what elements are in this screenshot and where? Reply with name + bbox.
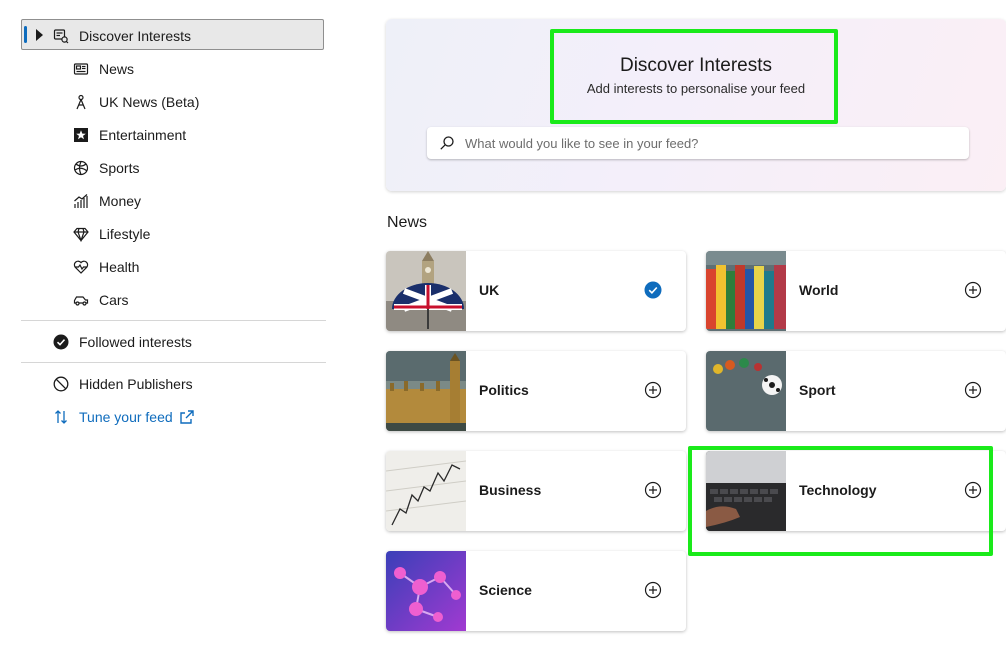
sort-arrows-icon bbox=[52, 408, 70, 426]
followed-check-icon[interactable] bbox=[644, 281, 662, 299]
sidebar-item-label: Hidden Publishers bbox=[79, 376, 193, 392]
sidebar-item-followed-interests[interactable]: Followed interests bbox=[52, 331, 192, 353]
add-icon[interactable] bbox=[644, 581, 662, 599]
newspaper-icon bbox=[72, 60, 90, 78]
discover-hero: Discover Interests Add interests to pers… bbox=[386, 19, 1006, 191]
card-label: Business bbox=[479, 482, 542, 498]
active-indicator bbox=[24, 26, 27, 43]
sidebar-item-label: Lifestyle bbox=[99, 226, 151, 242]
uk-thumbnail bbox=[386, 251, 466, 331]
card-label: Politics bbox=[479, 382, 529, 398]
sidebar-item-label: Followed interests bbox=[79, 334, 192, 350]
person-pin-icon bbox=[72, 93, 90, 111]
sidebar-item-discover-row[interactable]: Discover Interests bbox=[52, 25, 191, 47]
tune-your-feed-label: Tune your feed bbox=[79, 409, 173, 425]
sport-thumbnail bbox=[706, 351, 786, 431]
interest-card-world[interactable]: World bbox=[706, 251, 1006, 331]
sidebar-item-label: Health bbox=[99, 259, 140, 275]
tune-your-feed-link[interactable]: Tune your feed bbox=[52, 406, 195, 428]
world-thumbnail bbox=[706, 251, 786, 331]
search-bar[interactable] bbox=[427, 127, 969, 159]
sidebar-item-lifestyle[interactable]: Lifestyle bbox=[72, 223, 150, 245]
section-title-news: News bbox=[387, 214, 428, 231]
add-icon[interactable] bbox=[964, 381, 982, 399]
chart-icon bbox=[72, 192, 90, 210]
interest-card-technology[interactable]: Technology bbox=[706, 451, 1006, 531]
star-icon bbox=[72, 126, 90, 144]
card-label: UK bbox=[479, 282, 500, 298]
add-icon[interactable] bbox=[964, 481, 982, 499]
sidebar-item-label: UK News (Beta) bbox=[99, 94, 200, 110]
add-icon[interactable] bbox=[644, 381, 662, 399]
sidebar-item-label: Entertainment bbox=[99, 127, 187, 143]
sidebar-item-label: Cars bbox=[99, 292, 129, 308]
discover-icon bbox=[52, 27, 70, 45]
page-subtitle: Add interests to personalise your feed bbox=[586, 81, 806, 96]
external-link-icon bbox=[179, 409, 195, 425]
sidebar: Discover Interests News UK News (Beta) E… bbox=[0, 0, 340, 665]
card-label: Sport bbox=[799, 382, 836, 398]
car-icon bbox=[72, 291, 90, 309]
interest-card-business[interactable]: Business bbox=[386, 451, 686, 531]
sidebar-item-label: News bbox=[99, 61, 135, 77]
sidebar-divider bbox=[21, 362, 326, 363]
sidebar-item-news[interactable]: News bbox=[72, 58, 134, 80]
sidebar-item-entertainment[interactable]: Entertainment bbox=[72, 124, 186, 146]
technology-thumbnail bbox=[706, 451, 786, 531]
block-icon bbox=[52, 375, 70, 393]
card-label: World bbox=[799, 282, 839, 298]
card-label: Technology bbox=[799, 482, 877, 498]
sidebar-item-health[interactable]: Health bbox=[72, 256, 139, 278]
search-icon bbox=[440, 136, 454, 150]
science-thumbnail bbox=[386, 551, 466, 631]
business-thumbnail bbox=[386, 451, 466, 531]
sidebar-divider bbox=[21, 320, 326, 321]
search-input[interactable] bbox=[463, 134, 969, 152]
interest-card-science[interactable]: Science bbox=[386, 551, 686, 631]
expand-caret-icon[interactable] bbox=[36, 29, 43, 41]
interest-card-uk[interactable]: UK bbox=[386, 251, 686, 331]
sidebar-item-money[interactable]: Money bbox=[72, 190, 141, 212]
heart-pulse-icon bbox=[72, 258, 90, 276]
sidebar-item-cars[interactable]: Cars bbox=[72, 289, 129, 311]
politics-thumbnail bbox=[386, 351, 466, 431]
sidebar-item-uk-news[interactable]: UK News (Beta) bbox=[72, 91, 199, 113]
diamond-icon bbox=[72, 225, 90, 243]
card-label: Science bbox=[479, 582, 532, 598]
sidebar-item-sports[interactable]: Sports bbox=[72, 157, 139, 179]
check-circle-icon bbox=[52, 333, 70, 351]
interest-card-sport[interactable]: Sport bbox=[706, 351, 1006, 431]
add-icon[interactable] bbox=[644, 481, 662, 499]
sidebar-item-label: Discover Interests bbox=[79, 28, 192, 44]
sidebar-item-hidden-publishers[interactable]: Hidden Publishers bbox=[52, 373, 193, 395]
sidebar-item-label: Sports bbox=[99, 160, 140, 176]
page-title: Discover Interests bbox=[619, 55, 773, 76]
sidebar-item-label: Money bbox=[99, 193, 142, 209]
ball-icon bbox=[72, 159, 90, 177]
interest-card-politics[interactable]: Politics bbox=[386, 351, 686, 431]
add-icon[interactable] bbox=[964, 281, 982, 299]
